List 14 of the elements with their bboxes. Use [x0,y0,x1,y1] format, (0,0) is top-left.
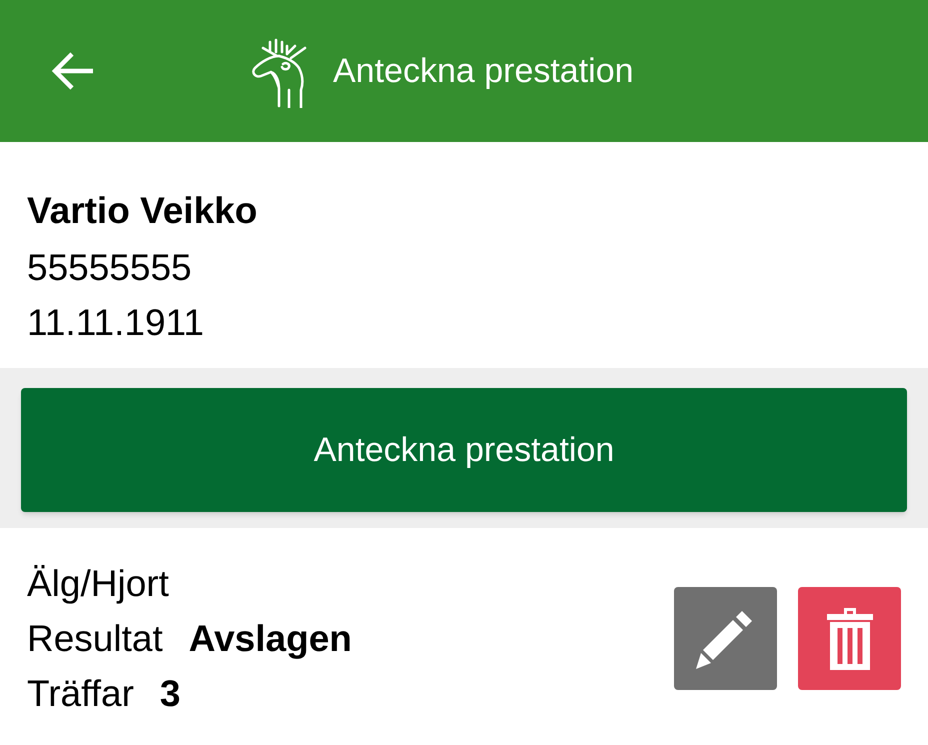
birth-date: 11.11.1911 [27,301,204,345]
person-number: 55555555 [27,246,192,290]
record-performance-button[interactable]: Anteckna prestation [21,388,907,512]
hits-value: 3 [160,672,180,716]
result-value: Avslagen [188,617,352,661]
result-label: Resultat [27,617,163,661]
performance-type: Älg/Hjort [27,562,169,606]
app-bar-title: Anteckna prestation [333,50,634,92]
trash-icon [824,606,874,672]
delete-button[interactable] [798,587,901,690]
back-icon [51,51,95,91]
person-name: Vartio Veikko [27,189,258,233]
hits-label: Träffar [27,672,134,716]
edit-button[interactable] [674,587,777,690]
